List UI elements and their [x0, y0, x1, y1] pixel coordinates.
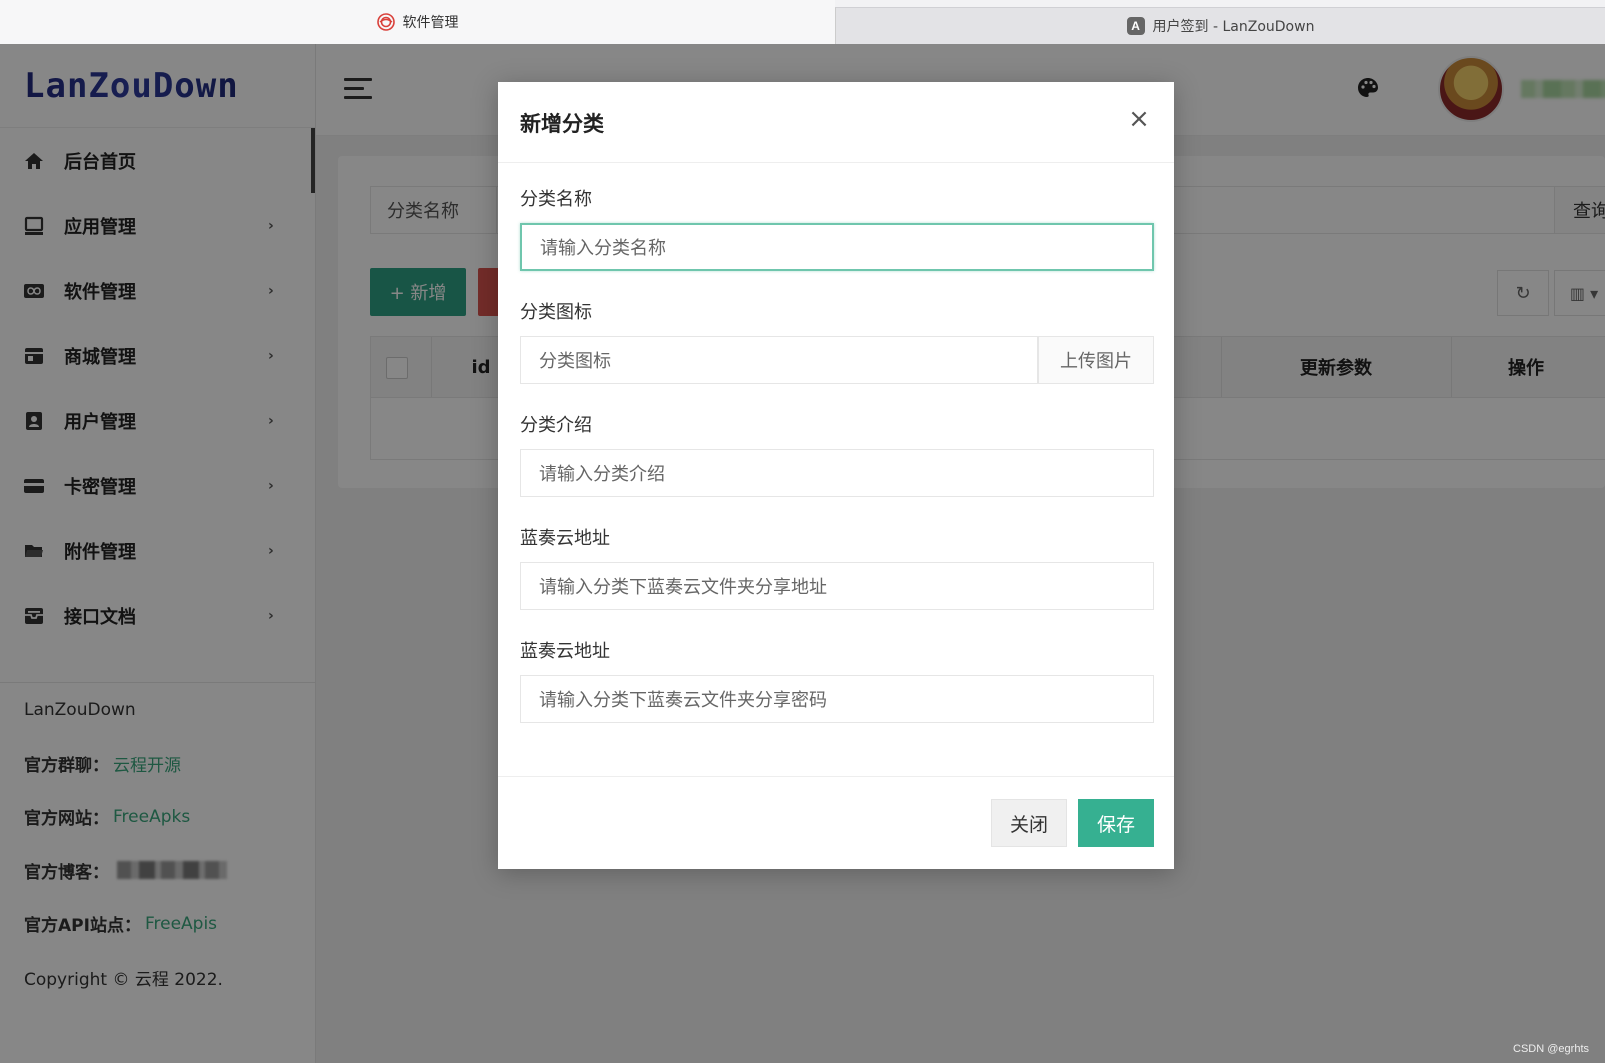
- browser-tab-bar: 软件管理 A 用户签到 - LanZouDown: [0, 0, 1605, 44]
- field-label-category-intro: 分类介绍: [520, 415, 592, 436]
- browser-tab-user-checkin[interactable]: A 用户签到 - LanZouDown: [835, 7, 1605, 44]
- dialog-header: 新增分类 ×: [498, 82, 1174, 163]
- dialog-footer: 关闭 保存: [498, 776, 1174, 869]
- category-icon-input[interactable]: 分类图标: [520, 336, 1038, 384]
- field-label-lanzou-password: 蓝奏云地址: [520, 641, 610, 662]
- browser-tab-label: 用户签到 - LanZouDown: [1152, 19, 1315, 35]
- watermark: CSDN @egrhts: [1513, 1043, 1589, 1055]
- category-intro-input[interactable]: 请输入分类介绍: [520, 449, 1154, 497]
- dialog-title: 新增分类: [520, 112, 604, 136]
- field-label-category-name: 分类名称: [520, 189, 592, 210]
- target-logo-icon: [376, 13, 395, 31]
- close-icon[interactable]: ×: [1124, 104, 1154, 134]
- field-label-lanzou-url: 蓝奏云地址: [520, 528, 610, 549]
- lanzou-url-input[interactable]: 请输入分类下蓝奏云文件夹分享地址: [520, 562, 1154, 610]
- category-name-input[interactable]: 请输入分类名称: [520, 223, 1154, 271]
- field-label-category-icon: 分类图标: [520, 302, 592, 323]
- letter-a-icon: A: [1126, 17, 1145, 35]
- browser-tab-label: 软件管理: [402, 15, 459, 31]
- upload-image-button[interactable]: 上传图片: [1038, 336, 1154, 384]
- save-button[interactable]: 保存: [1078, 799, 1154, 847]
- close-button[interactable]: 关闭: [991, 799, 1067, 847]
- lanzou-password-input[interactable]: 请输入分类下蓝奏云文件夹分享密码: [520, 675, 1154, 723]
- browser-tab-software[interactable]: 软件管理: [0, 0, 835, 44]
- add-category-dialog: 新增分类 × 分类名称 请输入分类名称 分类图标 分类图标 上传图片 分类介绍 …: [498, 82, 1174, 869]
